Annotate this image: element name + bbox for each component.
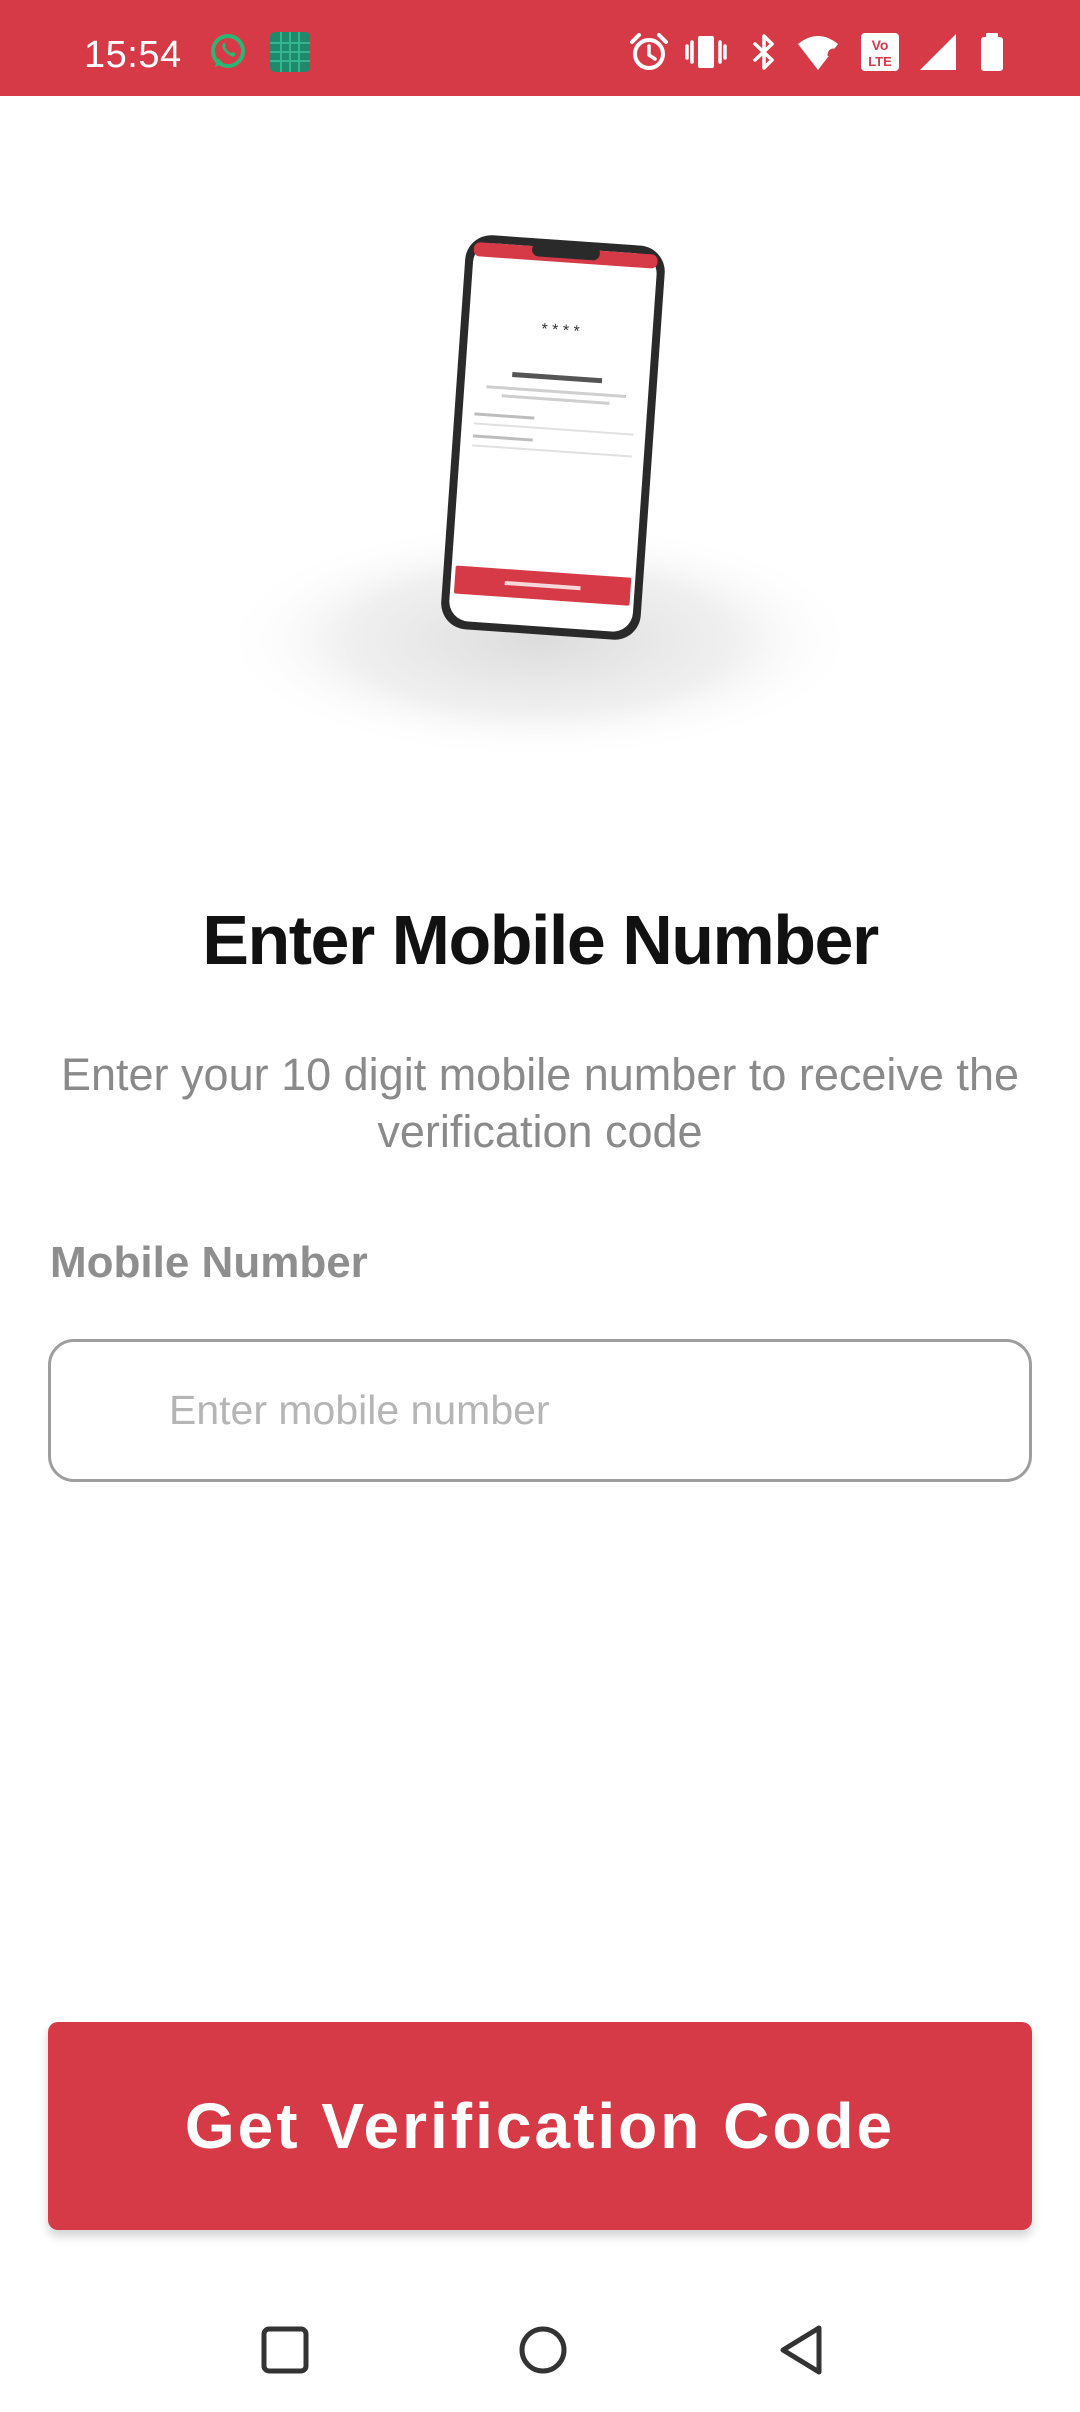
page-title: Enter Mobile Number (202, 901, 879, 979)
wifi-icon (796, 30, 840, 74)
back-icon[interactable] (772, 2320, 832, 2380)
get-verification-code-label: Get Verification Code (184, 2090, 896, 2162)
mobile-number-field[interactable] (48, 1339, 1032, 1482)
bluetooth-icon (742, 30, 786, 74)
svg-text:LTE: LTE (868, 54, 892, 69)
svg-text:* * * *: * * * * (541, 321, 580, 341)
page-subtitle: Enter your 10 digit mobile number to rec… (60, 1049, 1019, 1157)
status-bar: 15:54 Vo LTE (0, 0, 1080, 96)
navigation-bar (0, 2290, 1080, 2412)
signal-icon (916, 30, 960, 74)
svg-text:Vo: Vo (872, 37, 889, 53)
recents-icon[interactable] (255, 2320, 315, 2380)
alarm-icon (627, 30, 671, 74)
battery-icon (970, 30, 1014, 74)
get-verification-code-button[interactable]: Get Verification Code (48, 2022, 1032, 2230)
mobile-number-input[interactable] (167, 1342, 1007, 1479)
whatsapp-icon (206, 30, 250, 74)
app-grid-icon (268, 30, 312, 74)
vibrate-icon (684, 30, 728, 74)
phone-illustration: * * * * (200, 200, 880, 760)
volte-icon: Vo LTE (858, 30, 902, 74)
mobile-number-label: Mobile Number (50, 1238, 368, 1287)
home-icon[interactable] (513, 2320, 573, 2380)
status-time: 15:54 (84, 34, 182, 76)
